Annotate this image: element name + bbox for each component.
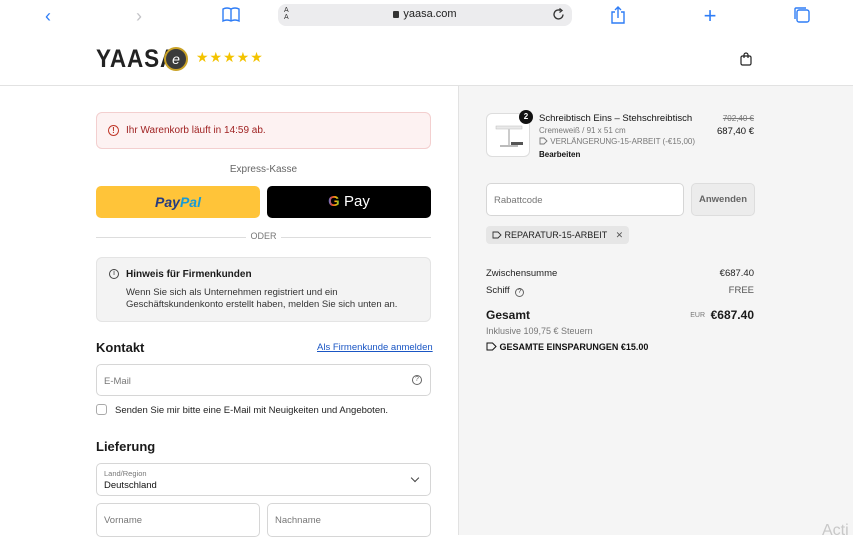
lock-icon [393,11,400,18]
newsletter-checkbox[interactable] [96,404,107,415]
shipping-row: Schiff ? [486,285,525,297]
url-text: yaasa.com [403,8,457,20]
bookmarks-icon[interactable] [221,6,241,26]
price-original: 702,40 € [722,114,754,123]
shipping-value: FREE [728,285,754,296]
applied-discount-code: REPARATUR-15-ARBEIT [504,230,608,240]
cart-bag-icon[interactable] [739,52,753,66]
total-savings-text: GESAMTE EINSPARUNGEN €15.00 [499,342,649,352]
remove-discount-icon[interactable]: ✕ [616,230,624,240]
email-placeholder: E-Mail [104,376,131,387]
delivery-heading: Lieferung [96,439,156,454]
business-hint-box: i Hinweis für Firmenkunden Wenn Sie sich… [96,257,431,322]
edit-product-link[interactable]: Bearbeiten [539,150,580,159]
chevron-down-icon [410,473,420,483]
first-name-placeholder: Vorname [104,515,143,526]
tag-icon [486,342,497,351]
product-discount-text: VERLÄNGERUNG-15-ARBEIT (-€15,00) [550,137,696,146]
or-label: ODER [250,231,277,241]
browser-toolbar: ‹ › A A yaasa.com + [0,0,853,33]
reload-icon[interactable] [551,7,566,22]
express-checkout-label: Express-Kasse [229,164,298,175]
alert-icon: ! [108,125,119,136]
shipping-label: Schiff [486,285,510,296]
total-value: €687.40 [710,308,754,322]
email-field[interactable]: E-Mail ? [96,364,431,396]
back-icon[interactable]: ‹ [38,6,58,26]
tag-icon [492,231,502,239]
cart-timer-alert: ! Ihr Warenkorb läuft in 14:59 ab. [96,112,431,149]
shipping-help-icon[interactable]: ? [515,288,525,297]
business-hint-title: Hinweis für Firmenkunden [126,269,252,280]
applied-discount-chip: REPARATUR-15-ARBEIT ✕ [486,226,630,244]
country-label: Land/Region [104,469,147,478]
share-icon[interactable] [608,6,628,26]
discount-code-input[interactable]: Rabattcode [486,183,684,216]
last-name-placeholder: Nachname [275,515,321,526]
help-icon[interactable]: ? [412,375,422,385]
cart-timer-text: Ihr Warenkorb läuft in 14:59 ab. [126,125,266,136]
subtotal-label: Zwischensumme [486,268,558,279]
site-header: YAASA e ★★★★★ [0,33,853,86]
product-variant: Cremeweiß / 91 x 51 cm [539,126,626,135]
discount-code-placeholder: Rabattcode [494,195,543,206]
last-name-field[interactable]: Nachname [267,503,431,537]
forward-icon[interactable]: › [129,6,149,26]
tabs-icon[interactable] [792,6,812,26]
country-value: Deutschland [104,480,157,491]
business-login-link[interactable]: Als Firmenkunde anmelden [317,342,433,353]
address-bar[interactable]: A A yaasa.com [278,4,572,26]
newsletter-label: Senden Sie mir bitte eine E-Mail mit Neu… [115,405,389,416]
first-name-field[interactable]: Vorname [96,503,260,537]
subtotal-value: €687.40 [719,268,754,279]
currency-code: EUR [690,312,705,319]
total-label: Gesamt [486,308,531,322]
total-savings: GESAMTE EINSPARUNGEN €15.00 [486,342,648,352]
business-hint-body: Wenn Sie sich als Unternehmen registrier… [126,287,398,310]
country-select[interactable]: Land/Region Deutschland [96,463,431,496]
or-divider: ODER [96,231,431,243]
rating-stars: ★★★★★ [196,49,264,65]
product-discount: VERLÄNGERUNG-15-ARBEIT (-€15,00) [539,137,695,146]
trusted-shops-seal: e [164,47,188,71]
paypal-button[interactable]: PayPal [96,186,260,218]
apply-discount-button[interactable]: Anwenden [691,183,755,216]
tag-icon [539,137,548,145]
taxes-note: Inklusive 109,75 € Steuern [486,326,593,336]
contact-heading: Kontakt [96,340,145,355]
new-tab-icon[interactable]: + [700,5,720,27]
price-discounted: 687,40 € [717,126,754,137]
quantity-badge: 2 [519,110,533,124]
google-pay-button[interactable]: G Pay [267,186,431,218]
product-name: Schreibtisch Eins – Stehschreibtisch [539,113,693,124]
activation-overlay-text: Acti [822,522,849,539]
info-icon: i [109,269,119,279]
